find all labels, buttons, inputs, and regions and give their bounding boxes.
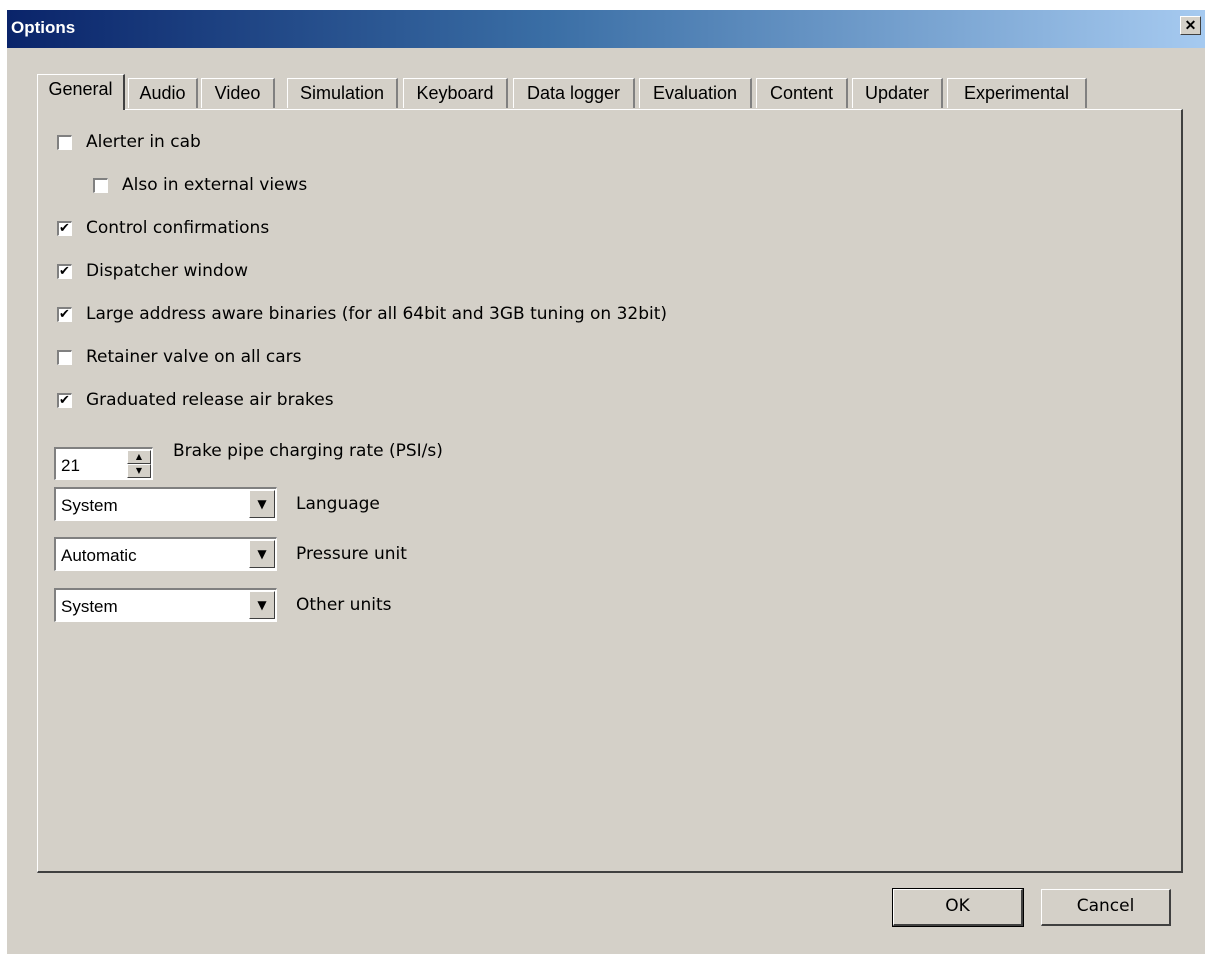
other-units-label: Other units (296, 595, 392, 615)
dispatcher-window-checkbox[interactable] (57, 263, 72, 279)
tab-general[interactable]: General (37, 74, 125, 110)
control-confirmations-checkbox[interactable] (57, 220, 72, 236)
spinner-buttons: ▲ ▼ (127, 450, 151, 478)
language-select[interactable]: System ▼ (54, 487, 277, 521)
dropdown-arrow-icon[interactable]: ▼ (249, 540, 275, 568)
tab-data-logger[interactable]: Data logger (513, 78, 635, 108)
tab-evaluation[interactable]: Evaluation (639, 78, 752, 108)
tab-keyboard[interactable]: Keyboard (403, 78, 508, 108)
brake-rate-label: Brake pipe charging rate (PSI/s) (173, 441, 443, 461)
also-external-views-option[interactable]: Also in external views (93, 175, 307, 195)
title-bar[interactable]: Options ✕ (7, 10, 1205, 48)
spin-down-icon[interactable]: ▼ (127, 464, 151, 478)
control-confirmations-option[interactable]: Control confirmations (57, 218, 269, 238)
alerter-in-cab-option[interactable]: Alerter in cab (57, 132, 201, 152)
language-value: System (61, 496, 118, 515)
graduated-release-checkbox[interactable] (57, 392, 72, 408)
alerter-in-cab-label: Alerter in cab (86, 132, 201, 152)
also-external-views-checkbox[interactable] (93, 177, 108, 193)
large-address-aware-option[interactable]: Large address aware binaries (for all 64… (57, 304, 667, 324)
tab-video[interactable]: Video (201, 78, 275, 108)
spin-up-icon[interactable]: ▲ (127, 450, 151, 464)
dispatcher-window-label: Dispatcher window (86, 261, 249, 281)
brake-rate-spinner[interactable]: 21 ▲ ▼ (54, 447, 153, 480)
graduated-release-option[interactable]: Graduated release air brakes (57, 390, 334, 410)
pressure-unit-label: Pressure unit (296, 544, 407, 564)
large-address-aware-checkbox[interactable] (57, 306, 72, 322)
window-title: Options (11, 18, 76, 37)
retainer-valve-checkbox[interactable] (57, 349, 72, 365)
pressure-unit-select[interactable]: Automatic ▼ (54, 537, 277, 571)
options-dialog: Options ✕ General Audio Video Simulation… (7, 10, 1205, 954)
tab-content[interactable]: Content (756, 78, 848, 108)
also-external-views-label: Also in external views (122, 175, 308, 195)
dispatcher-window-option[interactable]: Dispatcher window (57, 261, 248, 281)
pressure-unit-value: Automatic (61, 546, 137, 565)
large-address-aware-label: Large address aware binaries (for all 64… (86, 304, 668, 324)
ok-button[interactable]: OK (892, 888, 1024, 927)
close-icon: ✕ (1184, 17, 1197, 33)
close-button[interactable]: ✕ (1180, 16, 1201, 35)
retainer-valve-label: Retainer valve on all cars (86, 347, 302, 367)
tab-audio[interactable]: Audio (128, 78, 198, 108)
graduated-release-label: Graduated release air brakes (86, 390, 334, 410)
other-units-value: System (61, 597, 118, 616)
language-label: Language (296, 494, 380, 514)
other-units-select[interactable]: System ▼ (54, 588, 277, 622)
control-confirmations-label: Control confirmations (86, 218, 270, 238)
brake-rate-value[interactable]: 21 (61, 456, 80, 476)
alerter-in-cab-checkbox[interactable] (57, 134, 72, 150)
tab-updater[interactable]: Updater (852, 78, 943, 108)
dropdown-arrow-icon[interactable]: ▼ (249, 490, 275, 518)
retainer-valve-option[interactable]: Retainer valve on all cars (57, 347, 302, 367)
tab-experimental[interactable]: Experimental (947, 78, 1087, 108)
dropdown-arrow-icon[interactable]: ▼ (249, 591, 275, 619)
tab-simulation[interactable]: Simulation (287, 78, 398, 108)
cancel-button[interactable]: Cancel (1041, 889, 1171, 926)
